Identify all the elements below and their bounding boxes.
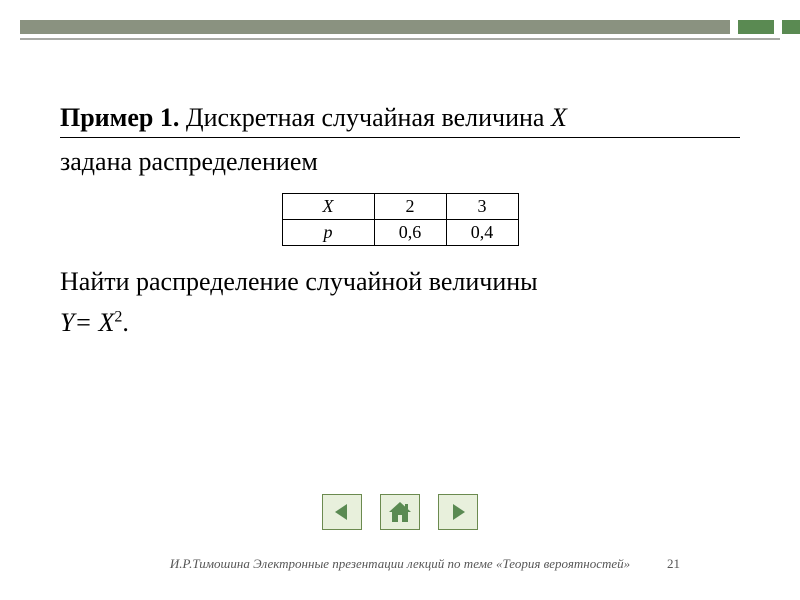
top-bar-green-1 — [738, 20, 774, 34]
title-underline — [60, 137, 740, 138]
title-text-1: Дискретная случайная величина — [179, 103, 551, 132]
distribution-table: X 2 3 p 0,6 0,4 — [282, 193, 519, 246]
table-row: X 2 3 — [282, 194, 518, 220]
home-icon — [387, 500, 413, 524]
title-continuation: задана распределением — [60, 144, 740, 179]
table-header-p: p — [282, 220, 374, 246]
title-variable: X — [551, 103, 567, 132]
table-cell: 0,6 — [374, 220, 446, 246]
home-button[interactable] — [380, 494, 420, 530]
footer-text: И.Р.Тимошина Электронные презентации лек… — [0, 556, 800, 572]
task-text-line1: Найти распределение случайной величины — [60, 264, 740, 299]
nav-buttons — [0, 494, 800, 530]
table-cell: 0,4 — [446, 220, 518, 246]
example-title: Пример 1. Дискретная случайная величина … — [60, 100, 740, 135]
slide-content: Пример 1. Дискретная случайная величина … — [60, 100, 740, 340]
table-cell: 2 — [374, 194, 446, 220]
next-button[interactable] — [438, 494, 478, 530]
arrow-right-icon — [447, 501, 469, 523]
table-row: p 0,6 0,4 — [282, 220, 518, 246]
arrow-left-icon — [331, 501, 353, 523]
top-bar-gray — [20, 20, 730, 34]
task-text-line2: Y= X2. — [60, 305, 740, 340]
page-number: 21 — [667, 556, 680, 572]
prev-button[interactable] — [322, 494, 362, 530]
top-bar-green-2 — [782, 20, 800, 34]
table-header-x: X — [282, 194, 374, 220]
table-cell: 3 — [446, 194, 518, 220]
task-formula: Y= X — [60, 308, 114, 337]
top-accent-bar — [20, 20, 800, 34]
task-suffix: . — [122, 308, 129, 337]
example-label: Пример 1. — [60, 103, 179, 132]
top-divider — [20, 38, 780, 40]
